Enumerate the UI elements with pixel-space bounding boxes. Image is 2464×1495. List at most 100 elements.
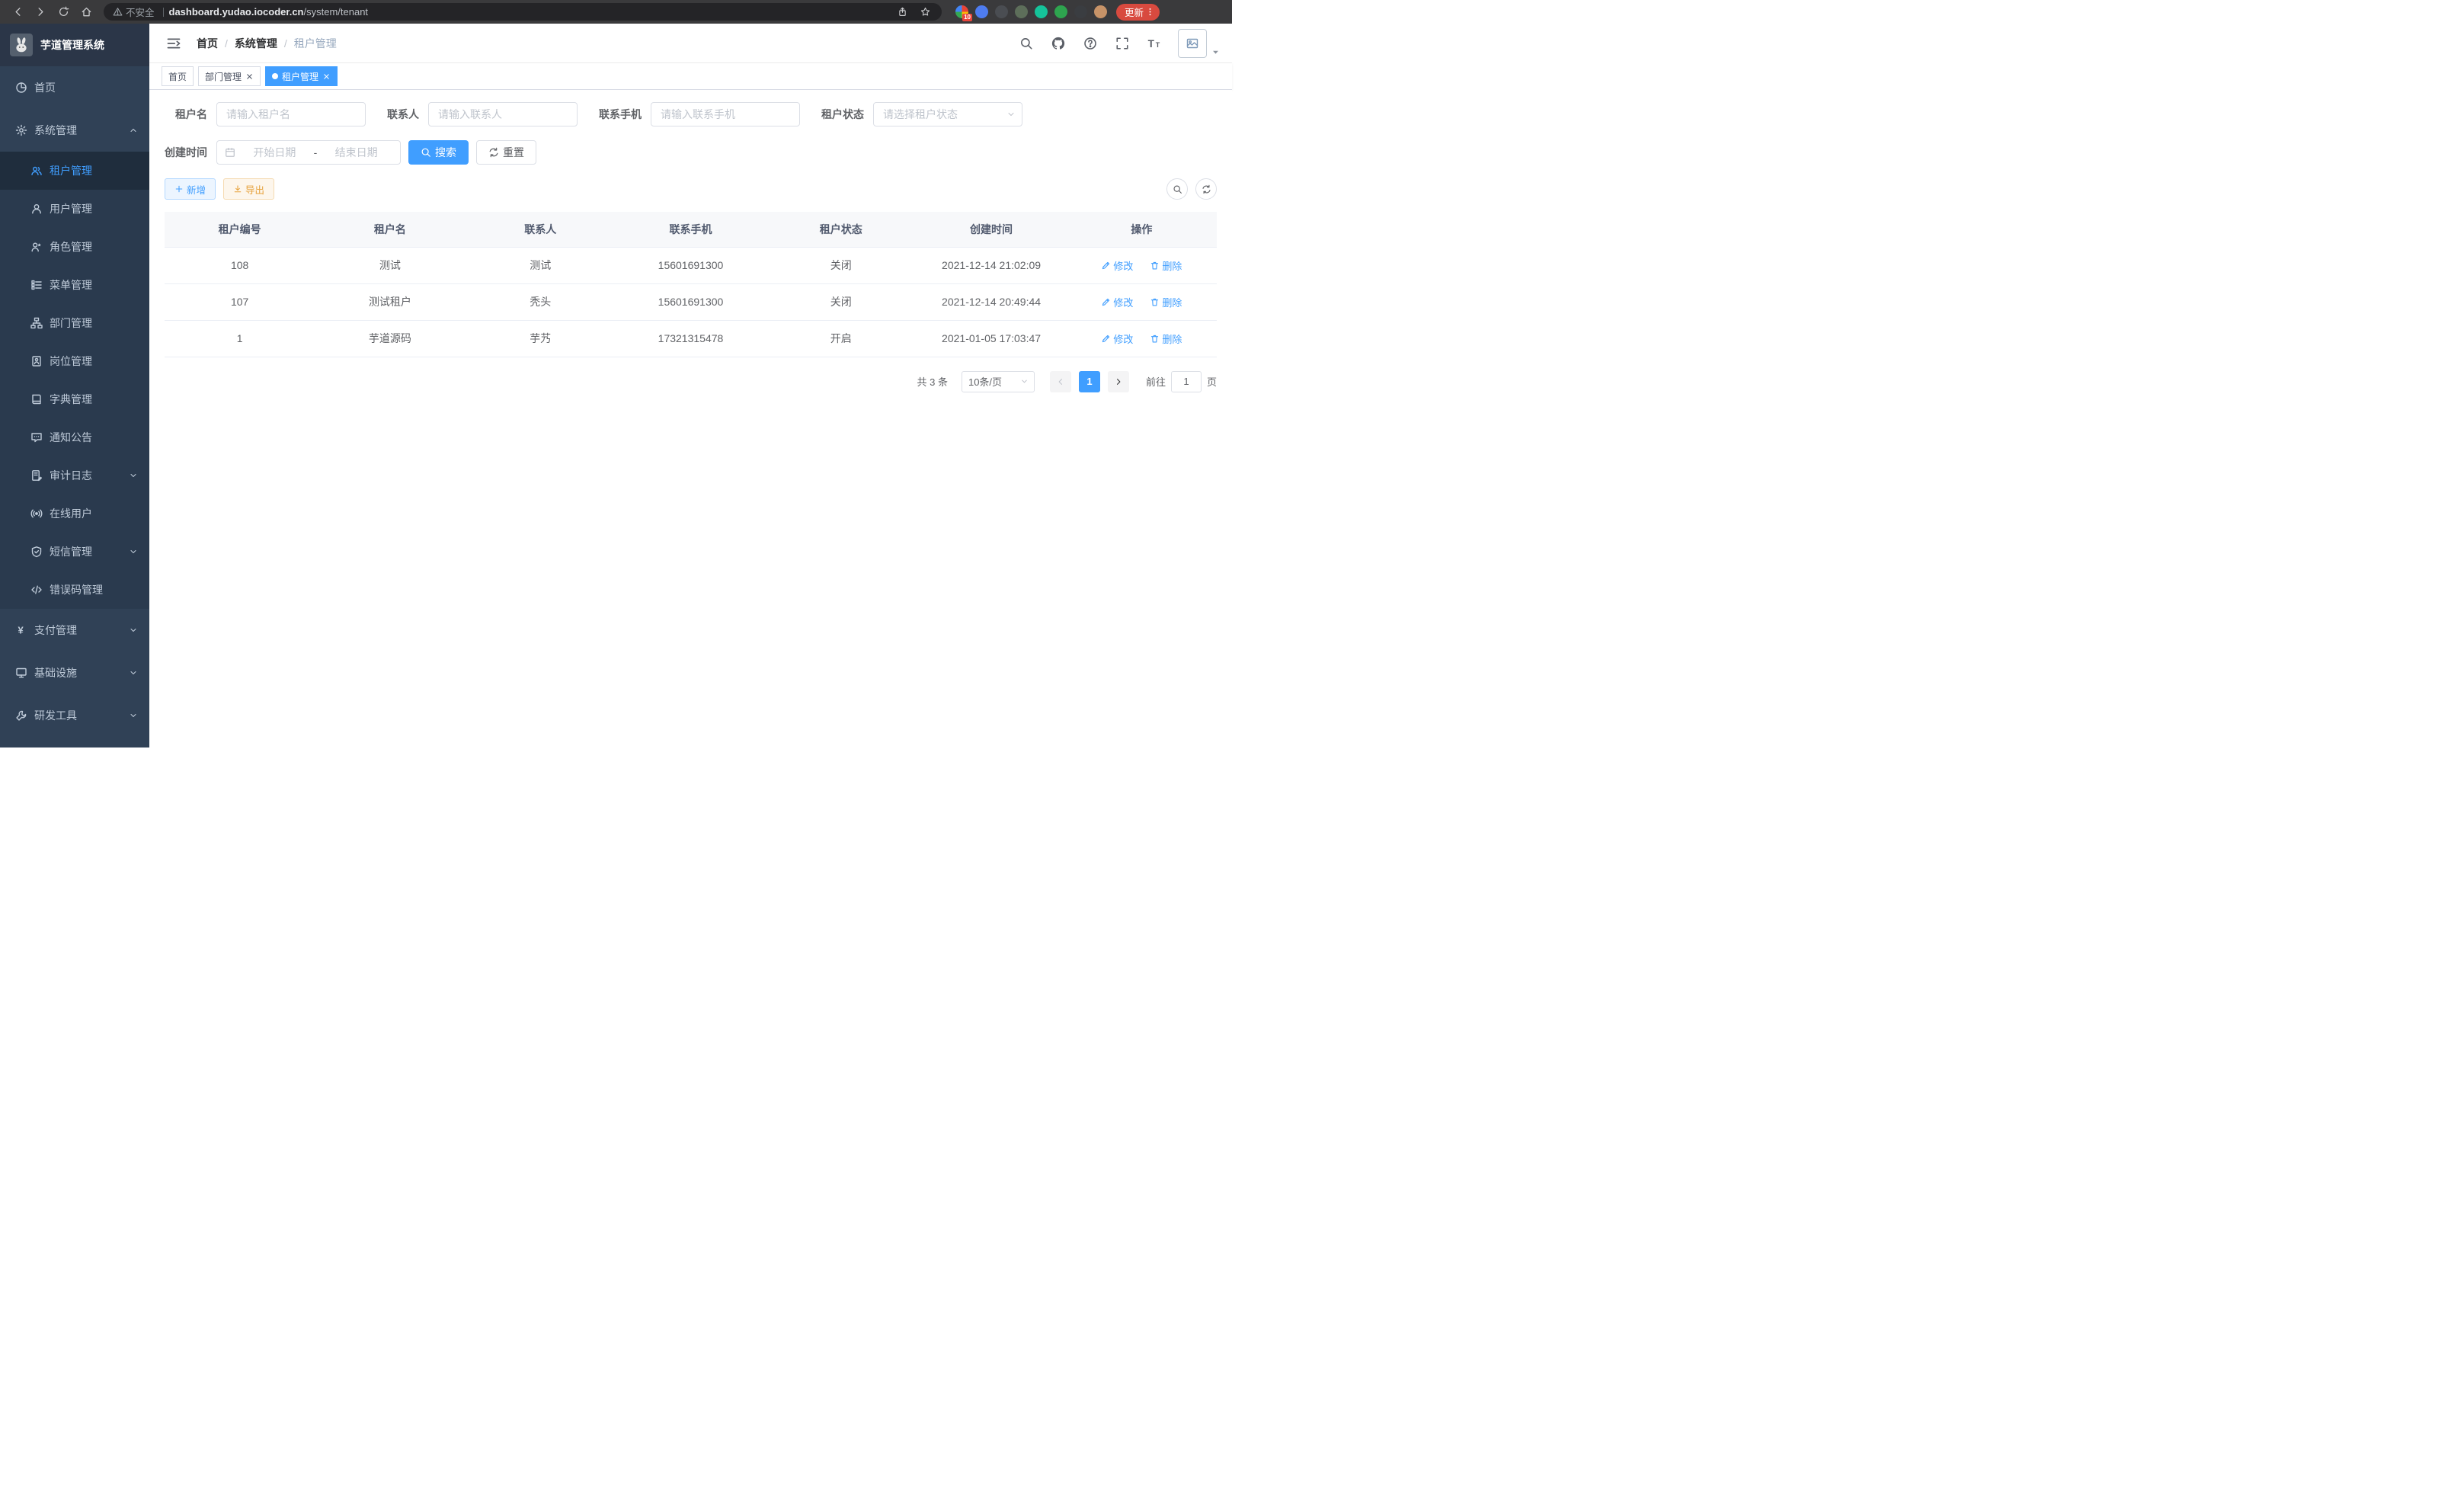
sidebar-item-audit-log[interactable]: 审计日志 (0, 456, 149, 495)
header-search-button[interactable] (1013, 30, 1039, 56)
table-toolbar: 新增 导出 (165, 178, 1217, 200)
goto-page-input[interactable] (1171, 371, 1202, 392)
close-icon[interactable] (322, 72, 331, 81)
tab-首页[interactable]: 首页 (162, 66, 194, 86)
chevron-down-icon (1020, 377, 1029, 386)
sidebar-item-devtools[interactable]: 研发工具 (0, 694, 149, 737)
tenant-icon (30, 165, 43, 177)
user-avatar-dropdown[interactable] (1178, 29, 1220, 58)
edit-link[interactable]: 修改 (1101, 295, 1133, 309)
breadcrumb-item[interactable]: 系统管理 (235, 36, 277, 51)
start-date-input[interactable] (238, 146, 311, 158)
sidebar-item-home[interactable]: 首页 (0, 66, 149, 109)
sidebar-item-tenant[interactable]: 租户管理 (0, 152, 149, 190)
tenant-name-input[interactable] (216, 102, 366, 126)
home-button[interactable] (76, 2, 96, 22)
toggle-search-button[interactable] (1166, 178, 1188, 200)
sidebar-item-pay[interactable]: ¥支付管理 (0, 609, 149, 651)
sidebar-item-dept[interactable]: 部门管理 (0, 304, 149, 342)
mobile-label: 联系手机 (599, 107, 642, 122)
breadcrumb-item[interactable]: 首页 (197, 36, 218, 51)
edit-link[interactable]: 修改 (1101, 258, 1133, 273)
sidebar-item-sms[interactable]: 短信管理 (0, 533, 149, 571)
font-size-button[interactable]: TT (1141, 30, 1167, 56)
reload-button[interactable] (53, 2, 73, 22)
sidebar-item-post[interactable]: 岗位管理 (0, 342, 149, 380)
edit-icon (1101, 297, 1111, 307)
add-button[interactable]: 新增 (165, 178, 216, 200)
url-bar[interactable]: 不安全 dashboard.yudao.iocoder.cn/system/te… (104, 3, 942, 21)
sidebar-item-notice[interactable]: 通知公告 (0, 418, 149, 456)
browser-update-button[interactable]: 更新 (1116, 4, 1160, 21)
prev-page-button[interactable] (1050, 371, 1071, 392)
refresh-table-button[interactable] (1195, 178, 1217, 200)
blue-extension-icon[interactable] (975, 5, 988, 18)
dark-pin-extension-icon[interactable] (1074, 5, 1087, 18)
sidebar-item-error-code[interactable]: 错误码管理 (0, 571, 149, 609)
colorful-extension-icon[interactable]: 10 (955, 5, 968, 18)
status-label: 租户状态 (821, 107, 864, 122)
edit-link[interactable]: 修改 (1101, 331, 1133, 346)
tab-租户管理[interactable]: 租户管理 (265, 66, 338, 86)
reset-button[interactable]: 重置 (476, 140, 536, 165)
next-page-button[interactable] (1108, 371, 1129, 392)
bookmark-star-button[interactable] (917, 5, 933, 20)
table-row: 108测试测试15601691300关闭2021-12-14 21:02:09修… (165, 247, 1217, 283)
delete-link[interactable]: 删除 (1150, 331, 1182, 346)
download-icon (233, 184, 242, 194)
tab-部门管理[interactable]: 部门管理 (198, 66, 261, 86)
cell-created: 2021-12-14 20:49:44 (916, 283, 1066, 320)
search-icon (1019, 37, 1033, 50)
github-button[interactable] (1045, 30, 1071, 56)
post-icon (30, 355, 43, 367)
delete-link[interactable]: 删除 (1150, 295, 1182, 309)
contact-label: 联系人 (387, 107, 419, 122)
cell-id: 107 (165, 283, 315, 320)
end-date-input[interactable] (320, 146, 392, 158)
chevron-down-icon (129, 668, 138, 677)
sidebar-item-online-user[interactable]: 在线用户 (0, 495, 149, 533)
close-icon[interactable] (245, 72, 254, 81)
chevron-down-icon (129, 711, 138, 720)
sidebar-collapse-button[interactable] (162, 31, 186, 56)
sidebar-item-label: 菜单管理 (50, 277, 92, 293)
sidebar-item-system[interactable]: 系统管理 (0, 109, 149, 152)
search-button[interactable]: 搜索 (408, 140, 469, 165)
hamburger-icon (166, 36, 181, 51)
forward-button[interactable] (30, 2, 50, 22)
notice-icon (30, 431, 43, 443)
cell-created: 2021-01-05 17:03:47 (916, 320, 1066, 357)
sidebar-item-role[interactable]: 角色管理 (0, 228, 149, 266)
tab-label: 租户管理 (282, 70, 318, 83)
sidebar-item-dict[interactable]: 字典管理 (0, 380, 149, 418)
delete-link[interactable]: 删除 (1150, 258, 1182, 273)
profile-avatar-icon[interactable] (1094, 5, 1107, 18)
green-extension-icon[interactable] (1054, 5, 1067, 18)
export-button[interactable]: 导出 (223, 178, 274, 200)
contact-input[interactable] (428, 102, 578, 126)
delete-link-label: 删除 (1162, 295, 1182, 309)
refresh-icon (1202, 184, 1211, 194)
cell-actions: 修改 删除 (1067, 283, 1217, 320)
page-1-button[interactable]: 1 (1079, 371, 1100, 392)
status-select[interactable] (873, 102, 1022, 126)
mobile-input[interactable] (651, 102, 800, 126)
share-button[interactable] (894, 5, 910, 20)
teal-check-extension-icon[interactable] (1035, 5, 1048, 18)
cell-status: 关闭 (766, 283, 916, 320)
column-header: 租户编号 (165, 212, 315, 247)
sidebar-item-user[interactable]: 用户管理 (0, 190, 149, 228)
security-label[interactable]: 不安全 (126, 5, 155, 19)
sidebar-item-infra[interactable]: 基础设施 (0, 651, 149, 694)
sidebar-item-label: 岗位管理 (50, 354, 92, 369)
sidebar-item-menu[interactable]: 菜单管理 (0, 266, 149, 304)
dark-sphere-extension-icon[interactable] (995, 5, 1008, 18)
back-button[interactable] (8, 2, 27, 22)
olive-extension-icon[interactable] (1015, 5, 1028, 18)
help-button[interactable] (1077, 30, 1103, 56)
page-size-select[interactable]: 10条/页 (962, 371, 1035, 392)
fullscreen-button[interactable] (1109, 30, 1135, 56)
date-range-picker[interactable]: - (216, 140, 401, 165)
update-label: 更新 (1125, 5, 1144, 19)
app-logo[interactable]: 芋道管理系统 (0, 24, 149, 66)
